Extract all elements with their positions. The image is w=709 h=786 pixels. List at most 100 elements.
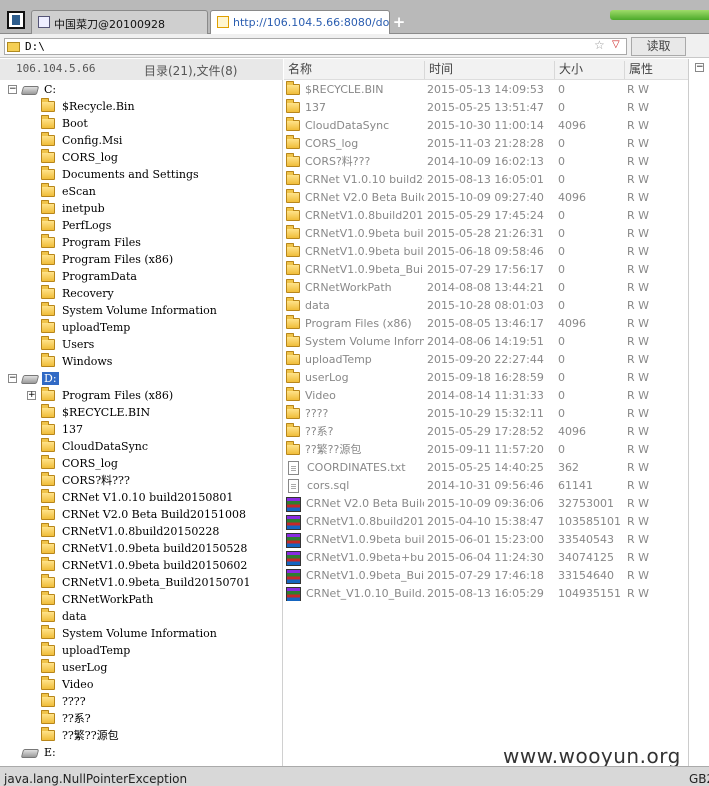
column-header-time[interactable]: 时间 bbox=[424, 61, 554, 79]
tree-folder[interactable]: $RECYCLE.BIN bbox=[41, 403, 152, 421]
tree-folder[interactable]: 137 bbox=[41, 420, 85, 438]
tree-folder[interactable]: Config.Msi bbox=[41, 131, 124, 149]
file-row[interactable]: ??系? 2015-05-29 17:28:52 4096 R W bbox=[284, 423, 688, 441]
tree-folder[interactable]: CRNetV1.0.9beta build20150528 bbox=[41, 539, 249, 557]
file-row[interactable]: data 2015-10-28 08:01:03 0 R W bbox=[284, 297, 688, 315]
tree-folder[interactable]: CRNetV1.0.9beta_Build20150701 bbox=[41, 573, 252, 591]
path-input[interactable]: D:\ bbox=[4, 38, 627, 55]
tree-folder[interactable]: eScan bbox=[41, 182, 98, 200]
file-row[interactable]: ??繁??源包 2015-09-11 11:57:20 0 R W bbox=[284, 441, 688, 459]
column-header-name[interactable]: 名称 bbox=[284, 61, 424, 79]
new-tab-button[interactable]: + bbox=[392, 13, 406, 31]
file-row[interactable]: uploadTemp 2015-09-20 22:27:44 0 R W bbox=[284, 351, 688, 369]
file-row[interactable]: CORS?料??? 2014-10-09 16:02:13 0 R W bbox=[284, 153, 688, 171]
file-row[interactable]: CRNet_V1.0.10_Build... 2015-08-13 16:05:2… bbox=[284, 585, 688, 601]
tree-folder[interactable]: CRNet V2.0 Beta Build20151008 bbox=[41, 505, 248, 523]
file-time: 2015-06-18 09:58:46 bbox=[427, 245, 544, 258]
collapse-icon[interactable]: − bbox=[8, 85, 17, 94]
file-row[interactable]: CORS_log 2015-11-03 21:28:28 0 R W bbox=[284, 135, 688, 153]
file-row[interactable]: CRNetV1.0.9beta build...2015-06-18 09:58… bbox=[284, 243, 688, 261]
expand-icon[interactable]: + bbox=[27, 391, 36, 400]
tree-folder[interactable]: ??系? bbox=[41, 709, 93, 727]
file-row[interactable]: CRNetV1.0.8build2015...2015-04-10 15:38:… bbox=[284, 513, 688, 531]
column-header-size[interactable]: 大小 bbox=[554, 61, 624, 79]
file-row[interactable]: Program Files (x86) 2015-08-05 13:46:17 40… bbox=[284, 315, 688, 333]
tree-folder[interactable]: data bbox=[41, 607, 89, 625]
file-row[interactable]: CRNetWorkPath 2014-08-08 13:44:21 0 R W bbox=[284, 279, 688, 297]
file-row[interactable]: System Volume Inform...2014-08-06 14:19:… bbox=[284, 333, 688, 351]
file-row[interactable]: ???? 2015-10-29 15:32:11 0 R W bbox=[284, 405, 688, 423]
tree-folder[interactable]: CRNet V1.0.10 build20150801 bbox=[41, 488, 235, 506]
tab-remote-site[interactable]: http://106.104.5.66:8080/do... bbox=[210, 10, 390, 34]
tree-folder[interactable]: inetpub bbox=[41, 199, 107, 217]
tree-folder[interactable]: Program Files bbox=[41, 233, 143, 251]
folder-icon bbox=[286, 351, 300, 365]
tree-folder[interactable]: ???? bbox=[41, 692, 88, 710]
file-row[interactable]: CRNetV1.0.9beta_Buil... 2015-07-29 17:56:… bbox=[284, 261, 688, 279]
tree-folder[interactable]: CORS_log bbox=[41, 454, 120, 472]
file-row[interactable]: CloudDataSync 2015-10-30 11:00:14 4096 R W bbox=[284, 117, 688, 135]
file-row[interactable]: CRNetV1.0.9beta+buil...2015-06-04 11:24:… bbox=[284, 549, 688, 567]
app-window-icon[interactable] bbox=[7, 11, 25, 29]
tree-folder[interactable]: CORS?料??? bbox=[41, 471, 132, 489]
file-row[interactable]: CRNetV1.0.9beta build...2015-06-01 15:23… bbox=[284, 531, 688, 549]
tree-folder[interactable]: System Volume Information bbox=[41, 301, 219, 319]
tab-chopper-home[interactable]: 中国菜刀@20100928 bbox=[31, 10, 208, 34]
encoding-label[interactable]: GB2 bbox=[689, 772, 709, 786]
tree-folder[interactable]: Users bbox=[41, 335, 96, 353]
file-row[interactable]: CRNetV1.0.9beta build...2015-05-28 21:26… bbox=[284, 225, 688, 243]
tree-folder[interactable]: $Recycle.Bin bbox=[41, 97, 137, 115]
column-header-attributes[interactable]: 属性 bbox=[624, 61, 688, 79]
file-row[interactable]: 137 2015-05-25 13:51:47 0 R W bbox=[284, 99, 688, 117]
file-name-cell: CRNetV1.0.8build2015... bbox=[286, 513, 424, 531]
tree-folder[interactable]: Documents and Settings bbox=[41, 165, 201, 183]
tree-folder[interactable]: CORS_log bbox=[41, 148, 120, 166]
tree-folder[interactable]: CRNetV1.0.8build20150228 bbox=[41, 522, 221, 540]
tree-drive[interactable]: − C: bbox=[8, 81, 58, 98]
directory-tree[interactable]: − C: $Recycle.Bin Boot Config.Msi CORS_log Doc… bbox=[0, 80, 283, 766]
file-name: $RECYCLE.BIN bbox=[305, 83, 384, 96]
folder-icon bbox=[217, 16, 229, 28]
tree-folder[interactable]: Boot bbox=[41, 114, 90, 132]
tree-folder[interactable]: userLog bbox=[41, 658, 109, 676]
file-row[interactable]: CRNet V2.0 Beta Build...2015-10-09 09:36… bbox=[284, 495, 688, 513]
tree-folder[interactable]: System Volume Information bbox=[41, 624, 219, 642]
tree-folder[interactable]: Windows bbox=[41, 352, 114, 370]
tree-folder[interactable]: Program Files (x86) bbox=[41, 250, 175, 268]
folder-icon bbox=[286, 405, 300, 419]
tree-folder[interactable]: CloudDataSync bbox=[41, 437, 150, 455]
file-row[interactable]: Video 2014-08-14 11:31:33 0 R W bbox=[284, 387, 688, 405]
file-row[interactable]: userLog 2015-09-18 16:28:59 0 R W bbox=[284, 369, 688, 387]
collapse-toggle[interactable]: − bbox=[695, 63, 704, 72]
tree-folder[interactable]: PerfLogs bbox=[41, 216, 113, 234]
file-row[interactable]: cors.sql 2014-10-31 09:56:46 61141 R W bbox=[284, 477, 688, 495]
tree-folder[interactable]: uploadTemp bbox=[41, 318, 132, 336]
file-row[interactable]: CRNet V2.0 Beta Build...2015-10-09 09:27… bbox=[284, 189, 688, 207]
tree-folder[interactable]: Recovery bbox=[41, 284, 116, 302]
file-row[interactable]: $RECYCLE.BIN 2015-05-13 14:09:53 0 R W bbox=[284, 81, 688, 99]
folder-icon bbox=[41, 488, 55, 503]
file-time: 2015-08-13 16:05:01 bbox=[427, 173, 544, 186]
tree-drive[interactable]: E: bbox=[20, 744, 58, 761]
tree-folder[interactable]: ProgramData bbox=[41, 267, 139, 285]
file-row[interactable]: COORDINATES.txt 2015-05-25 14:40:25 362 R W bbox=[284, 459, 688, 477]
bookmark-star-icon[interactable]: ☆ bbox=[594, 38, 605, 52]
file-name-cell: CRNet V2.0 Beta Build... bbox=[286, 189, 424, 207]
file-row[interactable]: CRNetV1.0.9beta_Buil...2015-07-29 17:46:… bbox=[284, 567, 688, 585]
tree-drive[interactable]: − D: bbox=[8, 370, 59, 387]
dropdown-arrow-icon[interactable]: ▽ bbox=[612, 39, 620, 50]
tree-folder[interactable]: ??繁??源包 bbox=[41, 726, 121, 744]
file-row[interactable]: CRNetV1.0.8build2015...2015-05-29 17:45:… bbox=[284, 207, 688, 225]
tree-folder[interactable]: Video bbox=[41, 675, 95, 693]
tree-folder[interactable]: + Program Files (x86) bbox=[27, 386, 175, 404]
tree-folder[interactable]: uploadTemp bbox=[41, 641, 132, 659]
tree-item-label: userLog bbox=[62, 661, 108, 674]
file-row[interactable]: CRNet V1.0.10 build20...2015-08-13 16:05… bbox=[284, 171, 688, 189]
file-list[interactable]: $RECYCLE.BIN 2015-05-13 14:09:53 0 R W 137 20… bbox=[284, 81, 688, 601]
collapse-icon[interactable]: − bbox=[8, 374, 17, 383]
tree-folder[interactable]: CRNetWorkPath bbox=[41, 590, 155, 608]
tree-folder[interactable]: CRNetV1.0.9beta build20150602 bbox=[41, 556, 249, 574]
file-time: 2015-10-09 09:27:40 bbox=[427, 191, 544, 204]
file-size: 0 bbox=[558, 353, 565, 366]
read-button[interactable]: 读取 bbox=[631, 37, 686, 56]
